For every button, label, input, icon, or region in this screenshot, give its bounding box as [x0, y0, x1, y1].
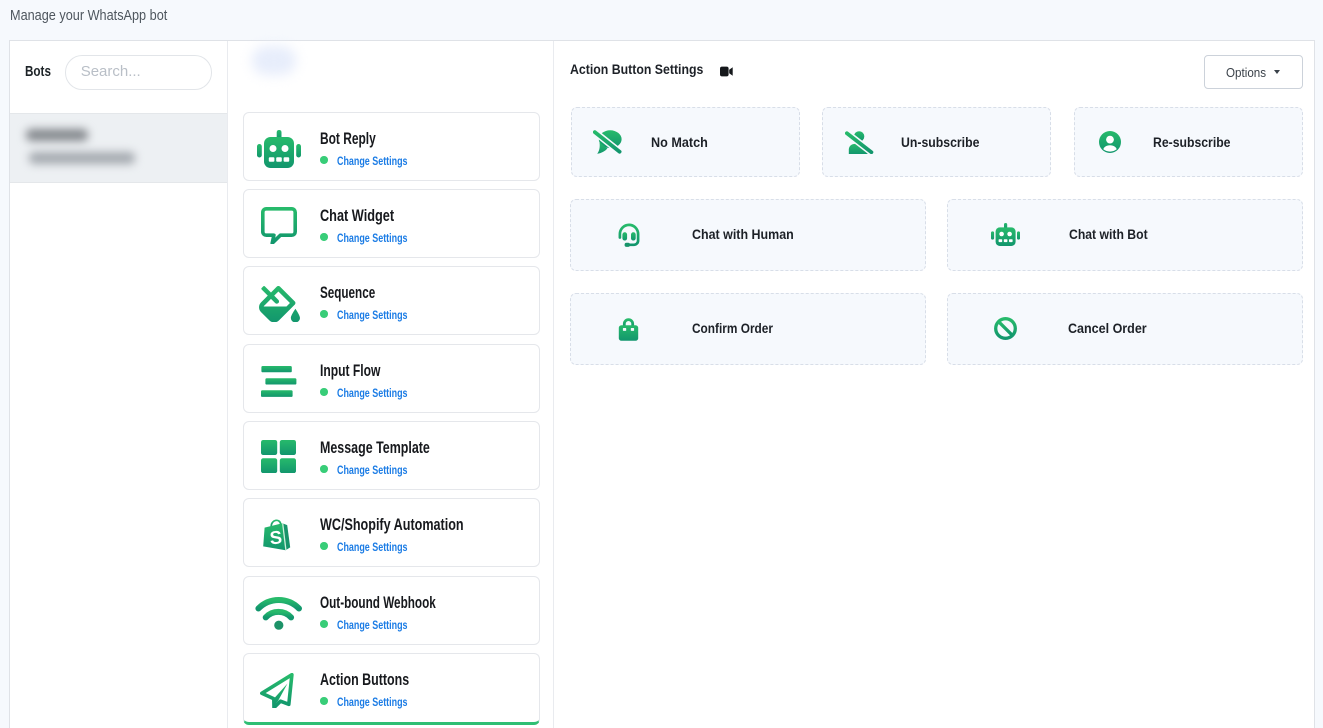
svg-text:S: S — [268, 526, 282, 548]
